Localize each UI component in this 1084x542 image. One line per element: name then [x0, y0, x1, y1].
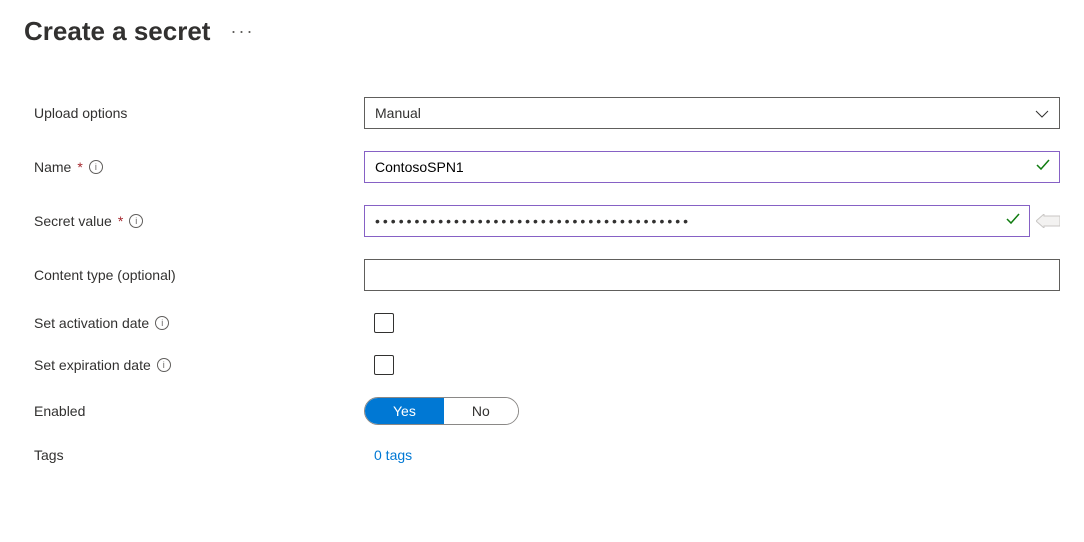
name-input[interactable]	[364, 151, 1060, 183]
content-type-label: Content type (optional)	[24, 267, 364, 283]
tags-row: Tags 0 tags	[24, 447, 1060, 463]
activation-date-checkbox[interactable]	[374, 313, 394, 333]
content-type-label-text: Content type (optional)	[34, 267, 176, 283]
enabled-toggle: Yes No	[364, 397, 519, 425]
page-header: Create a secret ···	[24, 16, 1060, 47]
enabled-toggle-no[interactable]: No	[444, 398, 518, 424]
tags-label-text: Tags	[34, 447, 64, 463]
info-icon[interactable]: i	[89, 160, 103, 174]
upload-options-select[interactable]: Manual	[364, 97, 1060, 129]
expiration-date-label: Set expiration date i	[24, 357, 364, 373]
tags-label: Tags	[24, 447, 364, 463]
required-asterisk-icon: *	[77, 159, 82, 175]
expiration-date-checkbox[interactable]	[374, 355, 394, 375]
enabled-toggle-yes[interactable]: Yes	[365, 398, 444, 424]
enabled-label-text: Enabled	[34, 403, 85, 419]
name-label-text: Name	[34, 159, 71, 175]
required-asterisk-icon: *	[118, 213, 123, 229]
name-label: Name * i	[24, 159, 364, 175]
chevron-down-icon	[1035, 105, 1049, 121]
tags-link[interactable]: 0 tags	[374, 447, 412, 463]
name-row: Name * i	[24, 151, 1060, 183]
content-type-input[interactable]	[364, 259, 1060, 291]
content-type-row: Content type (optional)	[24, 259, 1060, 291]
secret-value-masked: ••••••••••••••••••••••••••••••••••••••••	[375, 213, 691, 229]
upload-options-row: Upload options Manual	[24, 97, 1060, 129]
activation-date-label-text: Set activation date	[34, 315, 149, 331]
info-icon[interactable]: i	[157, 358, 171, 372]
info-icon[interactable]: i	[129, 214, 143, 228]
secret-value-input[interactable]: ••••••••••••••••••••••••••••••••••••••••	[364, 205, 1030, 237]
enabled-label: Enabled	[24, 403, 364, 419]
secret-value-label-text: Secret value	[34, 213, 112, 229]
activation-date-row: Set activation date i	[24, 313, 1060, 333]
enabled-row: Enabled Yes No	[24, 397, 1060, 425]
secret-value-label: Secret value * i	[24, 213, 364, 229]
expiration-date-row: Set expiration date i	[24, 355, 1060, 375]
more-actions-icon[interactable]: ···	[230, 21, 254, 42]
secret-value-row: Secret value * i •••••••••••••••••••••••…	[24, 205, 1060, 237]
arrow-left-icon	[1036, 214, 1060, 228]
info-icon[interactable]: i	[155, 316, 169, 330]
activation-date-label: Set activation date i	[24, 315, 364, 331]
upload-options-value: Manual	[375, 105, 421, 121]
upload-options-label-text: Upload options	[34, 105, 127, 121]
page-title: Create a secret	[24, 16, 210, 47]
expiration-date-label-text: Set expiration date	[34, 357, 151, 373]
upload-options-label: Upload options	[24, 105, 364, 121]
